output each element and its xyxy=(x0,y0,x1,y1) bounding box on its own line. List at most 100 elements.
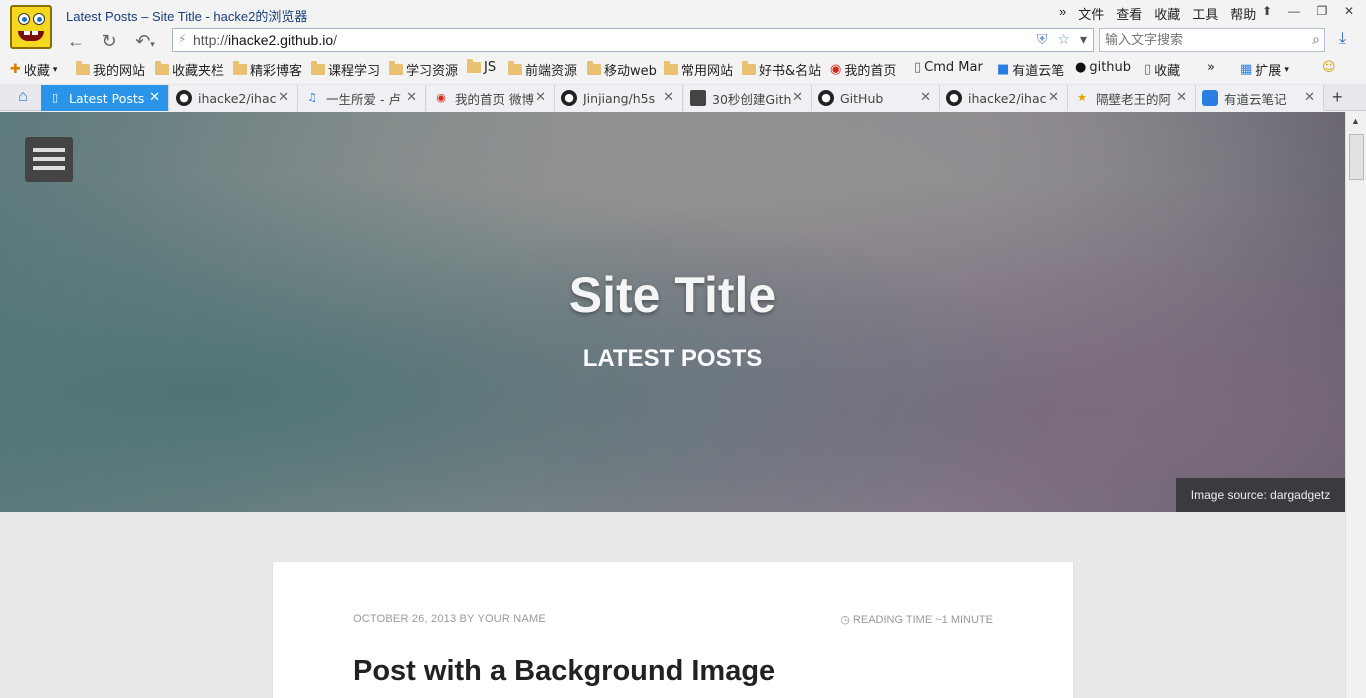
menu-item-file[interactable]: 文件 xyxy=(1072,4,1110,23)
emoji-icon[interactable]: ☺ xyxy=(1322,60,1336,75)
tab-music[interactable]: ♫ 一生所爱 - 卢 ✕ xyxy=(298,85,426,111)
undo-button[interactable]: ↶▾ xyxy=(128,30,162,52)
address-bar[interactable]: ⚡ http://ihacke2.github.io/ ⛨ ☆ ▾ xyxy=(172,28,1094,52)
bookmark-folder[interactable]: 前端资源 xyxy=(508,60,577,79)
hamburger-menu-button[interactable] xyxy=(25,137,73,182)
github-icon: ● xyxy=(561,90,577,106)
page-viewport: Site Title LATEST POSTS Image source: da… xyxy=(0,112,1345,698)
more-bookmarks-chevron-icon[interactable]: » xyxy=(1207,60,1215,75)
new-tab-button[interactable]: + xyxy=(1332,87,1343,108)
scrollbar-thumb[interactable] xyxy=(1349,134,1364,180)
github-icon: ● xyxy=(946,90,962,106)
bookmark-folder[interactable]: 学习资源 xyxy=(389,60,458,79)
tab-latest-posts[interactable]: ▯ Latest Posts ✕ xyxy=(41,85,169,111)
weibo-icon: ◉ xyxy=(830,62,842,77)
folder-icon xyxy=(742,61,756,75)
close-tab-icon[interactable]: ✕ xyxy=(1048,90,1059,105)
close-button[interactable]: ✕ xyxy=(1338,4,1360,22)
youdao-icon xyxy=(1202,90,1218,106)
tab-label: Latest Posts xyxy=(69,90,145,106)
clock-icon: ◷ xyxy=(840,614,850,626)
image-icon xyxy=(690,90,706,106)
github-icon: ● xyxy=(1075,60,1087,75)
bookmark-page[interactable]: ▯ 收藏 xyxy=(1144,60,1180,79)
close-tab-icon[interactable]: ✕ xyxy=(406,90,417,105)
download-icon[interactable]: ⤓ xyxy=(1339,30,1346,48)
extensions-button[interactable]: ▦ 扩展 ▾ xyxy=(1240,60,1289,79)
close-tab-icon[interactable]: ✕ xyxy=(535,90,546,105)
post-title[interactable]: Post with a Background Image xyxy=(353,655,775,688)
menu-item-tools[interactable]: 工具 xyxy=(1186,4,1224,23)
tab-youdao[interactable]: 有道云笔记 ✕ xyxy=(1196,85,1324,111)
home-icon[interactable]: ⌂ xyxy=(10,88,36,108)
shield-icon[interactable]: ⛨ xyxy=(1037,31,1048,48)
bookmark-page[interactable]: ▯ Cmd Mar xyxy=(914,60,983,75)
folder-icon xyxy=(467,59,481,73)
page-icon: ▯ xyxy=(51,91,59,104)
bookmark-label: 课程学习 xyxy=(328,64,381,79)
bookmark-folder[interactable]: 常用网站 xyxy=(664,60,733,79)
bookmark-github[interactable]: ● github xyxy=(1075,60,1131,75)
bookmark-label: 移动web xyxy=(604,64,657,79)
minimize-button[interactable]: — xyxy=(1283,4,1305,22)
tab-label: 隔壁老王的阿 xyxy=(1096,91,1172,107)
search-input[interactable] xyxy=(1105,29,1295,51)
bookmark-folder[interactable]: 精彩博客 xyxy=(233,60,302,79)
reading-time-label: READING TIME ~1 MINUTE xyxy=(852,614,993,626)
tab-ihacke2-2[interactable]: ● ihacke2/ihac ✕ xyxy=(940,85,1068,111)
tab-weibo[interactable]: ◉ 我的首页 微博 ✕ xyxy=(427,85,555,111)
menu-chevron-icon[interactable]: » xyxy=(1053,4,1072,23)
folder-icon xyxy=(155,61,169,75)
tab-laowang[interactable]: ★ 隔壁老王的阿 ✕ xyxy=(1068,85,1196,111)
bookmark-youdao[interactable]: ■ 有道云笔 xyxy=(997,60,1064,79)
close-tab-icon[interactable]: ✕ xyxy=(149,90,160,105)
bookmark-folder[interactable]: 好书&名站 xyxy=(742,60,821,79)
close-tab-icon[interactable]: ✕ xyxy=(278,90,289,105)
restore-button[interactable]: ❐ xyxy=(1311,4,1333,22)
dropdown-arrow-icon[interactable]: ▾ xyxy=(1080,31,1087,48)
bookmark-favorites[interactable]: ✚ 收藏 ▾ xyxy=(10,60,57,79)
tab-label: 有道云笔记 xyxy=(1224,91,1287,107)
refresh-button[interactable]: ↻ xyxy=(97,30,121,52)
search-box: ⌕ xyxy=(1099,28,1325,52)
folder-icon xyxy=(311,61,325,75)
bookmark-label: 有道云笔 xyxy=(1012,64,1065,79)
bookmark-folder[interactable]: 移动web xyxy=(587,60,657,79)
bookmark-folder[interactable]: 收藏夹栏 xyxy=(155,60,224,79)
pin-icon[interactable]: ⬆ xyxy=(1256,4,1278,22)
bookmark-weibo[interactable]: ◉ 我的首页 xyxy=(830,60,896,79)
close-tab-icon[interactable]: ✕ xyxy=(663,90,674,105)
headphones-icon: ♫ xyxy=(307,91,317,104)
youdao-icon: ■ xyxy=(997,62,1010,77)
search-icon[interactable]: ⌕ xyxy=(1312,31,1320,48)
tab-jinjiang[interactable]: ● Jinjiang/h5s ✕ xyxy=(555,85,683,111)
folder-icon xyxy=(587,61,601,75)
close-tab-icon[interactable]: ✕ xyxy=(1176,90,1187,105)
tab-github[interactable]: ● GitHub ✕ xyxy=(812,85,940,111)
site-title[interactable]: Site Title xyxy=(0,266,1345,324)
scroll-up-icon[interactable]: ▲ xyxy=(1351,116,1360,126)
tab-ihacke2[interactable]: ● ihacke2/ihac ✕ xyxy=(170,85,298,111)
menu-item-view[interactable]: 查看 xyxy=(1110,4,1148,23)
folder-icon xyxy=(233,61,247,75)
page-icon: ▯ xyxy=(914,60,922,75)
star-icon[interactable]: ☆ xyxy=(1057,31,1070,48)
menu-item-favorites[interactable]: 收藏 xyxy=(1148,4,1186,23)
bookmark-folder[interactable]: 我的网站 xyxy=(76,60,145,79)
back-button[interactable]: ← xyxy=(64,30,88,52)
bookmark-label: 学习资源 xyxy=(406,64,459,79)
bookmark-folder[interactable]: 课程学习 xyxy=(311,60,380,79)
vertical-scrollbar[interactable]: ▲ xyxy=(1345,112,1366,698)
tab-30s-github[interactable]: 30秒创建Gith ✕ xyxy=(684,85,812,111)
hero-banner: Site Title LATEST POSTS Image source: da… xyxy=(0,112,1345,512)
close-tab-icon[interactable]: ✕ xyxy=(920,90,931,105)
tab-bar: ⌂ ▯ Latest Posts ✕ ● ihacke2/ihac ✕ ♫ 一生… xyxy=(0,84,1366,111)
bookmark-folder[interactable]: JS xyxy=(467,59,496,75)
url-text[interactable]: http://ihacke2.github.io/ xyxy=(193,32,337,48)
close-tab-icon[interactable]: ✕ xyxy=(1304,90,1315,105)
bookmark-label: 收藏夹栏 xyxy=(172,64,225,79)
folder-icon xyxy=(389,61,403,75)
image-source-caption[interactable]: Image source: dargadgetz xyxy=(1176,478,1345,512)
browser-logo-icon[interactable] xyxy=(10,5,52,49)
close-tab-icon[interactable]: ✕ xyxy=(792,90,803,105)
